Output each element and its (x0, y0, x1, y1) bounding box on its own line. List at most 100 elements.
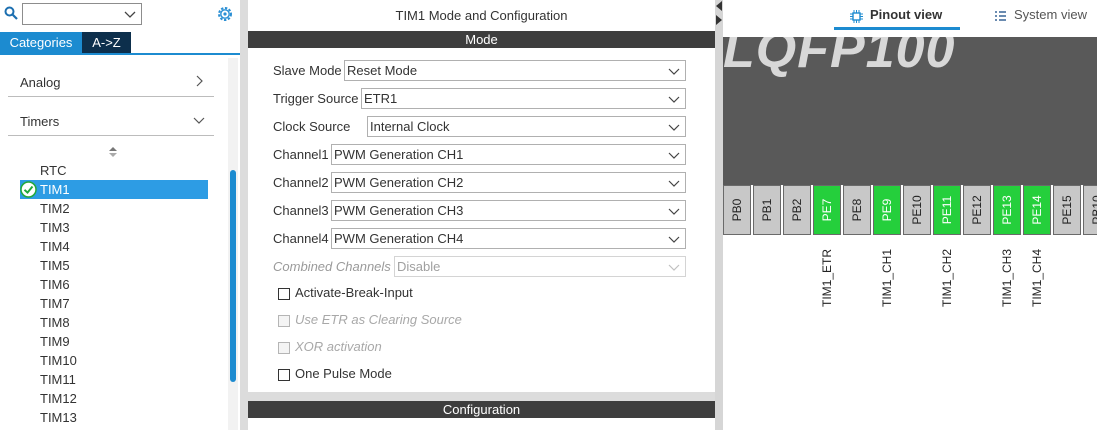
collapse-right-icon[interactable] (715, 14, 723, 29)
chip-icon (850, 9, 863, 29)
checkbox (278, 315, 290, 327)
pin-signal: TIM1_CH3 (993, 248, 1021, 308)
search-icon[interactable] (4, 6, 18, 23)
peripheral-label: TIM5 (40, 258, 70, 273)
chevron-down-icon (667, 176, 681, 193)
grid-icon (994, 9, 1007, 29)
chevron-down-icon (667, 92, 681, 109)
pin-pb1[interactable]: PB1 (753, 185, 781, 235)
peripheral-item[interactable]: TIM1 (20, 180, 208, 199)
peripheral-label: TIM2 (40, 201, 70, 216)
pin-signal: TIM1_CH2 (933, 248, 961, 308)
peripheral-item[interactable]: TIM6 (20, 275, 208, 294)
pin-label: PE8 (850, 198, 864, 222)
search-input[interactable] (22, 3, 142, 25)
pin-pe15[interactable]: PE15 (1053, 185, 1081, 235)
select-dropdown[interactable]: PWM Generation CH2 (331, 172, 686, 193)
peripheral-item[interactable]: TIM7 (20, 294, 208, 313)
configuration-section-header[interactable]: Configuration (248, 401, 715, 418)
chevron-down-icon[interactable] (123, 7, 137, 24)
chevron-right-icon (192, 74, 206, 91)
pin-label: PE10 (910, 195, 924, 225)
peripheral-item[interactable]: TIM11 (20, 370, 208, 389)
pin-pe7[interactable]: PE7 (813, 185, 841, 235)
chevron-down-icon (667, 260, 681, 277)
checkbox-label: One Pulse Mode (295, 366, 392, 381)
peripheral-item[interactable]: TIM3 (20, 218, 208, 237)
pin-label: PE15 (1060, 195, 1074, 225)
select-value: ETR1 (364, 91, 398, 106)
peripheral-label: TIM4 (40, 239, 70, 254)
pin-label: PB10 (1090, 195, 1097, 225)
checkbox-label: Activate-Break-Input (295, 285, 413, 300)
mode-section-header[interactable]: Mode (248, 31, 715, 48)
peripheral-item[interactable]: TIM10 (20, 351, 208, 370)
panel-divider[interactable] (715, 0, 723, 430)
select-dropdown[interactable]: PWM Generation CH3 (331, 200, 686, 221)
pin-pe14[interactable]: PE14 (1023, 185, 1051, 235)
peripheral-item[interactable]: RTC (20, 161, 208, 180)
select-value: PWM Generation CH1 (334, 147, 464, 162)
select-dropdown[interactable]: PWM Generation CH4 (331, 228, 686, 249)
gear-icon[interactable] (216, 5, 234, 26)
chevron-down-icon (667, 204, 681, 221)
peripheral-item[interactable]: TIM4 (20, 237, 208, 256)
checkbox[interactable] (278, 288, 290, 300)
scrollbar-thumb[interactable] (230, 170, 236, 382)
peripheral-label: TIM10 (40, 353, 77, 368)
pin-signal-label: TIM1_CH3 (1000, 248, 1014, 308)
pin-pb0[interactable]: PB0 (723, 185, 751, 235)
checkbox[interactable] (278, 369, 290, 381)
pin-signal: TIM1_ETR (813, 248, 841, 308)
tab-system-view[interactable]: System view (978, 5, 1088, 27)
pin-label: PE12 (970, 195, 984, 225)
select-value: PWM Generation CH4 (334, 231, 464, 246)
pin-pe13[interactable]: PE13 (993, 185, 1021, 235)
checkbox (278, 342, 290, 354)
category-timers[interactable]: Timers (8, 109, 214, 136)
category-label: Analog (20, 75, 61, 90)
pin-pe12[interactable]: PE12 (963, 185, 991, 235)
peripheral-item[interactable]: TIM2 (20, 199, 208, 218)
pin-label: PB1 (760, 198, 774, 222)
field-label: Channel3 (273, 203, 329, 218)
pin-pb2[interactable]: PB2 (783, 185, 811, 235)
tab-strip-divider (0, 53, 240, 55)
pin-signal-label: TIM1_CH2 (940, 248, 954, 308)
sort-icon[interactable] (108, 146, 118, 161)
field-label: Clock Source (273, 119, 351, 134)
peripheral-item[interactable]: TIM12 (20, 389, 208, 408)
select-value: PWM Generation CH3 (334, 203, 464, 218)
pin-pe11[interactable]: PE11 (933, 185, 961, 235)
pin-signal-label: TIM1_CH1 (880, 248, 894, 308)
category-label: Timers (20, 114, 60, 129)
peripheral-label: TIM1 (40, 182, 70, 197)
pin-pe10[interactable]: PE10 (903, 185, 931, 235)
check-icon (20, 181, 37, 201)
pin-label: PE7 (820, 198, 834, 222)
select-value: Reset Mode (347, 63, 418, 78)
peripheral-item[interactable]: TIM13 (20, 408, 208, 427)
tab-label: Pinout view (870, 7, 943, 22)
pin-signal: TIM1_CH1 (873, 248, 901, 308)
category-analog[interactable]: Analog (8, 70, 214, 97)
tab-a-to-z[interactable]: A->Z (82, 32, 131, 53)
select-dropdown[interactable]: Internal Clock (367, 116, 686, 137)
field-label: Combined Channels (273, 259, 391, 274)
select-dropdown[interactable]: ETR1 (361, 88, 686, 109)
chevron-down-icon (667, 64, 681, 81)
peripheral-item[interactable]: TIM9 (20, 332, 208, 351)
select-dropdown[interactable]: Reset Mode (344, 60, 686, 81)
pin-pb10[interactable]: PB10 (1083, 185, 1097, 235)
peripheral-item[interactable]: TIM5 (20, 256, 208, 275)
tab-pinout-view[interactable]: Pinout view (834, 5, 960, 30)
collapse-left-icon[interactable] (715, 0, 723, 15)
peripheral-item[interactable]: TIM8 (20, 313, 208, 332)
tab-label: System view (1014, 7, 1087, 22)
pin-pe8[interactable]: PE8 (843, 185, 871, 235)
tab-categories[interactable]: Categories (0, 32, 82, 53)
select-dropdown[interactable]: PWM Generation CH1 (331, 144, 686, 165)
pin-pe9[interactable]: PE9 (873, 185, 901, 235)
field-label: Channel2 (273, 175, 329, 190)
chevron-down-icon (192, 113, 206, 130)
